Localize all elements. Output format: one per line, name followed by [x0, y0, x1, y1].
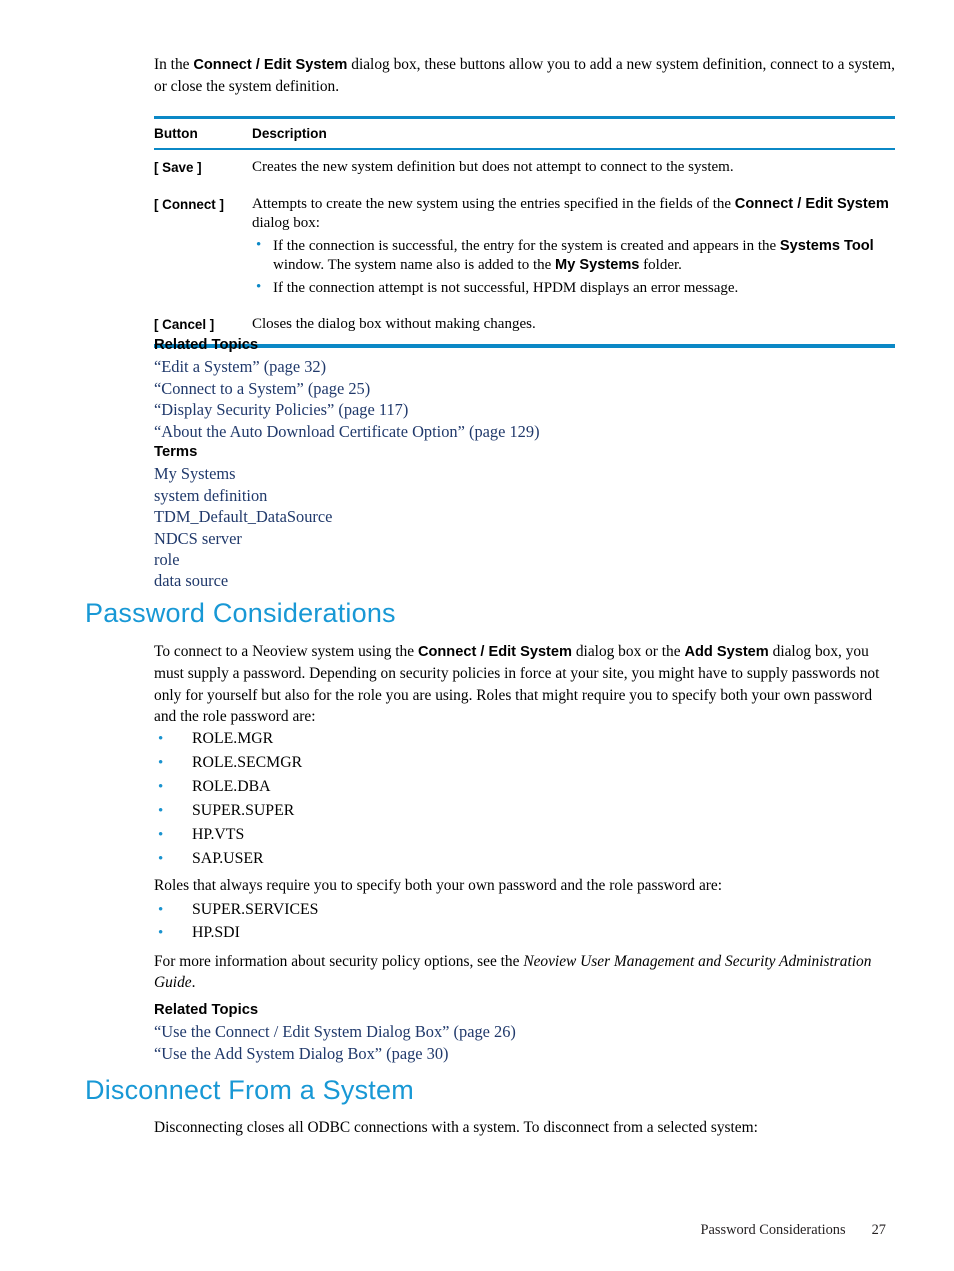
related-topic-link[interactable]: “Connect to a System” (page 25) [154, 378, 895, 399]
related-topic-link[interactable]: “About the Auto Download Certificate Opt… [154, 421, 895, 442]
list-item: HP.VTS [154, 823, 895, 847]
password-intro-block: To connect to a Neoview system using the… [154, 641, 895, 728]
related-topics-block-1: Related Topics “Edit a System” (page 32)… [154, 335, 895, 592]
cell-button-connect: [ Connect ] [154, 196, 224, 212]
page-title-disconnect-from-a-system: Disconnect From a System [85, 1075, 414, 1105]
connect-desc-part2: dialog box: [252, 215, 320, 231]
related-topics-heading: Related Topics [154, 337, 259, 353]
intro-bold-dialog-name: Connect / Edit System [193, 57, 348, 73]
term-link[interactable]: system definition [154, 485, 895, 506]
more-info-paragraph: For more information about security poli… [154, 951, 895, 994]
disconnect-paragraph-block: Disconnecting closes all ODBC connection… [154, 1117, 895, 1138]
related-topics-block-2: Related Topics “Use the Connect / Edit S… [154, 1000, 895, 1064]
column-header-description: Description [252, 126, 327, 141]
list-item: If the connection attempt is not success… [252, 278, 895, 299]
related-topic-link[interactable]: “Use the Connect / Edit System Dialog Bo… [154, 1021, 895, 1042]
intro-paragraph: In the Connect / Edit System dialog box,… [154, 54, 895, 98]
table-header-row: Button Description [154, 119, 895, 148]
page-footer: Password Considerations 27 [0, 1222, 954, 1239]
related-topic-link[interactable]: “Edit a System” (page 32) [154, 356, 895, 377]
terms-heading: Terms [154, 444, 198, 461]
cell-description-save: Creates the new system definition but do… [252, 159, 734, 175]
table-element: Button Description [154, 119, 895, 148]
pw-intro-bold-connect-edit: Connect / Edit System [417, 644, 573, 660]
page-title-password-considerations: Password Considerations [85, 598, 396, 628]
bullet1-part3: folder. [639, 257, 682, 273]
table-row: [ Save ] Creates the new system definiti… [154, 150, 895, 187]
cell-button-save: [ Save ] [154, 160, 202, 175]
table-row: [ Connect ] Attempts to create the new s… [154, 187, 895, 308]
table-body-element: [ Save ] Creates the new system definiti… [154, 150, 895, 344]
document-page: In the Connect / Edit System dialog box,… [0, 0, 954, 1271]
bullet2-part1: If the connection attempt is not success… [273, 279, 739, 296]
roles-always-block: Roles that always require you to specify… [154, 875, 895, 945]
disconnect-paragraph: Disconnecting closes all ODBC connection… [154, 1119, 758, 1136]
footer-page-number: 27 [871, 1222, 886, 1238]
intro-text-before: In the [154, 56, 194, 73]
bullet1-part2: window. The system name also is added to… [273, 257, 556, 273]
roles-always-intro: Roles that always require you to specify… [154, 877, 723, 894]
footer-section-label: Password Considerations [700, 1222, 846, 1238]
term-link[interactable]: TDM_Default_DataSource [154, 506, 895, 527]
roles-maybe-list-block: ROLE.MGR ROLE.SECMGR ROLE.DBA SUPER.SUPE… [154, 727, 895, 871]
cell-description-connect: Attempts to create the new system using … [252, 187, 895, 308]
bullet1-part1: If the connection is successful, the ent… [273, 237, 780, 254]
term-link[interactable]: role [154, 549, 895, 570]
pw-intro-part1: To connect to a Neoview system using the [154, 643, 418, 660]
roles-always-list: SUPER.SERVICES HP.SDI [154, 898, 895, 945]
connect-desc-bold-dialog: Connect / Edit System [734, 195, 889, 212]
connect-desc-part1: Attempts to create the new system using … [252, 195, 735, 212]
list-item: ROLE.SECMGR [154, 751, 895, 775]
connect-sub-bullet-list: If the connection is successful, the ent… [252, 236, 895, 299]
roles-maybe-list: ROLE.MGR ROLE.SECMGR ROLE.DBA SUPER.SUPE… [154, 727, 895, 871]
term-link[interactable]: NDCS server [154, 528, 895, 549]
password-considerations-heading-block: Password Considerations [85, 598, 895, 629]
disconnect-heading-block: Disconnect From a System [85, 1075, 895, 1106]
intro-paragraph-block: In the Connect / Edit System dialog box,… [154, 54, 895, 98]
pw-intro-part2: dialog box or the [572, 643, 685, 660]
list-item: HP.SDI [154, 921, 895, 945]
list-item: SAP.USER [154, 847, 895, 871]
term-link[interactable]: data source [154, 570, 895, 591]
button-description-table: Button Description [ Save ] Creates the … [154, 116, 895, 348]
more-info-block: For more information about security poli… [154, 951, 895, 994]
more-info-part1: For more information about security poli… [154, 953, 524, 970]
pw-intro-bold-add-system: Add System [684, 644, 769, 660]
bullet1-bold-systems-tool: Systems Tool [779, 237, 874, 254]
list-item: SUPER.SERVICES [154, 898, 895, 922]
bullet1-bold-my-systems: My Systems [555, 257, 640, 273]
password-intro-paragraph: To connect to a Neoview system using the… [154, 641, 895, 728]
related-topic-link[interactable]: “Use the Add System Dialog Box” (page 30… [154, 1043, 895, 1064]
related-topic-link[interactable]: “Display Security Policies” (page 117) [154, 399, 895, 420]
table-header: Button Description [154, 119, 895, 148]
list-item: ROLE.MGR [154, 727, 895, 751]
column-header-button: Button [154, 126, 198, 141]
term-link[interactable]: My Systems [154, 463, 895, 484]
list-item: SUPER.SUPER [154, 799, 895, 823]
more-info-part2: . [191, 974, 196, 992]
related-topics-heading: Related Topics [154, 1002, 259, 1018]
list-item: If the connection is successful, the ent… [252, 236, 895, 276]
list-item: ROLE.DBA [154, 775, 895, 799]
